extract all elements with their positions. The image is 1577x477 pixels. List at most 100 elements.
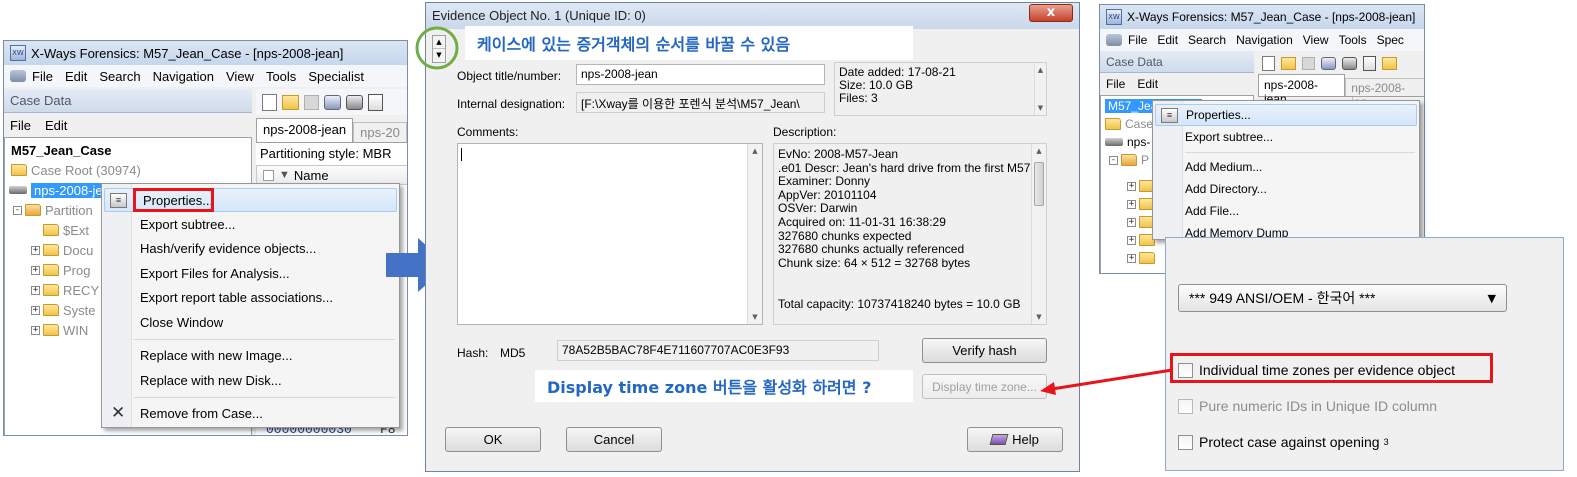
help-button[interactable]: Help xyxy=(967,427,1063,452)
menu-export-report[interactable]: Export report table associations... xyxy=(102,285,399,309)
expand-icon[interactable]: + xyxy=(31,325,40,335)
dialog-close-button[interactable]: x xyxy=(1029,4,1073,22)
drive-tool-icon[interactable] xyxy=(346,94,363,110)
evidence-item[interactable]: nps-2008-je xyxy=(9,180,106,200)
menu-export-files[interactable]: Export Files for Analysis... xyxy=(102,261,399,285)
printer-icon[interactable] xyxy=(324,94,341,110)
menu-tools[interactable]: Tools xyxy=(1339,33,1367,47)
scroll-down-icon[interactable]: ▼ xyxy=(1032,310,1046,324)
menu-specialist[interactable]: Specialist xyxy=(308,69,364,84)
description-box[interactable]: EvNo: 2008-M57-Jean .e01 Descr: Jean's ha… xyxy=(773,143,1047,325)
expand-icon[interactable]: + xyxy=(1127,217,1136,227)
internal-designation-field[interactable]: [F:\Xway를 이용한 포렌식 분석\M57_Jean\ xyxy=(576,92,825,113)
printer-icon[interactable] xyxy=(1321,56,1336,70)
codepage-select[interactable]: *** 949 ANSI/OEM - 한국어 *** ▼ xyxy=(1178,284,1507,312)
new-document-icon[interactable] xyxy=(262,93,277,111)
system-menu-icon[interactable] xyxy=(1106,34,1122,46)
menu-edit[interactable]: Edit xyxy=(1157,33,1178,47)
open-folder-icon[interactable] xyxy=(1281,56,1296,70)
description-scrollbar[interactable]: ▲ ▼ xyxy=(1031,144,1046,324)
filter-icon[interactable]: ▼ xyxy=(279,169,290,181)
select-all-checkbox[interactable] xyxy=(263,169,274,181)
menu-export-subtree[interactable]: Export subtree... xyxy=(1153,126,1419,148)
column-header-name[interactable]: ▼ Name xyxy=(256,165,407,185)
properties-tool-icon[interactable] xyxy=(1363,55,1376,71)
menu-add-file[interactable]: Add File... xyxy=(1153,200,1419,222)
tree-win[interactable]: + WIN xyxy=(31,320,88,340)
protect-case-checkbox[interactable] xyxy=(1178,434,1193,450)
menu-hash-verify[interactable]: Hash/verify evidence objects... xyxy=(102,236,399,260)
expand-icon[interactable]: + xyxy=(31,245,40,255)
expand-icon[interactable]: + xyxy=(31,305,40,315)
expand-icon[interactable]: + xyxy=(31,265,40,275)
info-scrollbar[interactable]: ▲ ▼ xyxy=(1034,63,1046,115)
dropdown-arrow-icon[interactable]: ▼ xyxy=(1488,292,1496,305)
scroll-up-icon[interactable]: ▲ xyxy=(748,144,762,158)
tree-folder[interactable]: + xyxy=(1127,248,1159,268)
pure-numeric-ids-checkbox[interactable] xyxy=(1178,398,1193,414)
case-menu-file[interactable]: File xyxy=(1106,77,1125,91)
tree-docu[interactable]: + Docu xyxy=(31,240,93,260)
evidence-item[interactable]: nps- xyxy=(1105,132,1150,152)
menu-add-medium[interactable]: Add Medium... xyxy=(1153,156,1419,178)
object-title-field[interactable]: nps-2008-jean xyxy=(576,64,825,85)
menu-navigation[interactable]: Navigation xyxy=(1236,33,1293,47)
drive-tool-icon[interactable] xyxy=(1342,56,1357,70)
tab-nps-2008-jean-2[interactable]: nps-20 xyxy=(353,122,407,142)
ok-button[interactable]: OK xyxy=(445,427,541,452)
expand-icon[interactable]: + xyxy=(31,285,40,295)
tree-prog[interactable]: + Prog xyxy=(31,260,90,280)
menu-replace-image[interactable]: Replace with new Image... xyxy=(102,343,399,367)
menu-navigation[interactable]: Navigation xyxy=(153,69,214,84)
verify-hash-button[interactable]: Verify hash xyxy=(922,338,1047,363)
tree-recy[interactable]: + RECY xyxy=(31,280,99,300)
menu-add-directory[interactable]: Add Directory... xyxy=(1153,178,1419,200)
tree-partition[interactable]: - P xyxy=(1109,150,1149,170)
expand-icon[interactable]: + xyxy=(1127,253,1136,263)
case-menu-edit[interactable]: Edit xyxy=(1137,77,1158,91)
expand-icon[interactable]: + xyxy=(1127,181,1136,191)
case-name[interactable]: M57_Jean_Case xyxy=(11,140,111,160)
menu-specialist[interactable]: Spec xyxy=(1377,33,1404,47)
scroll-thumb[interactable] xyxy=(1034,162,1044,206)
collapse-icon[interactable]: - xyxy=(1109,155,1118,165)
menu-search[interactable]: Search xyxy=(1188,33,1226,47)
properties-tool-icon[interactable] xyxy=(368,93,383,111)
opt-pure-numeric-ids[interactable]: Pure numeric IDs in Unique ID column xyxy=(1178,398,1437,414)
scroll-up-icon[interactable]: ▲ xyxy=(1032,144,1046,158)
menu-replace-disk[interactable]: Replace with new Disk... xyxy=(102,368,399,392)
comments-scrollbar[interactable]: ▲ ▼ xyxy=(747,144,762,324)
expand-icon[interactable]: + xyxy=(1127,235,1136,245)
menu-view[interactable]: View xyxy=(226,69,254,84)
open-folder-icon[interactable] xyxy=(282,94,299,110)
menu-close-window[interactable]: Close Window xyxy=(102,310,399,334)
case-root-item[interactable]: Case Root (30974) xyxy=(11,160,141,180)
menu-tools[interactable]: Tools xyxy=(266,69,296,84)
menu-export-subtree[interactable]: Export subtree... xyxy=(102,212,399,236)
tab-nps-2008-jean-2[interactable]: nps-2008-jea xyxy=(1345,78,1424,109)
menu-search[interactable]: Search xyxy=(99,69,140,84)
hash-value-field[interactable]: 78A52B5BAC78F4E711607707AC0E3F93 xyxy=(557,340,879,361)
opt-protect-case[interactable]: Protect case against opening 3 xyxy=(1178,434,1389,450)
tree-ext[interactable]: $Ext xyxy=(43,220,89,240)
tab-nps-2008-jean[interactable]: nps-2008-jean xyxy=(1258,74,1346,106)
case-menu-edit[interactable]: Edit xyxy=(45,118,67,133)
tab-nps-2008-jean[interactable]: nps-2008-jean xyxy=(256,118,354,142)
menu-remove-from-case[interactable]: ✕ Remove from Case... xyxy=(102,401,399,425)
display-time-zone-button[interactable]: Display time zone... xyxy=(922,374,1047,399)
cancel-button[interactable]: Cancel xyxy=(566,427,662,452)
scroll-up-icon[interactable]: ▲ xyxy=(1035,63,1046,77)
save-icon[interactable] xyxy=(1302,56,1315,70)
scroll-down-icon[interactable]: ▼ xyxy=(1035,101,1046,115)
collapse-icon[interactable]: - xyxy=(13,205,22,215)
case-menu-file[interactable]: File xyxy=(10,118,31,133)
menu-file[interactable]: File xyxy=(1128,33,1147,47)
expand-icon[interactable]: + xyxy=(1127,199,1136,209)
new-document-icon[interactable] xyxy=(1262,55,1275,71)
menu-edit[interactable]: Edit xyxy=(65,69,87,84)
case-root-item[interactable]: Case xyxy=(1105,114,1153,134)
folder-tool-icon[interactable] xyxy=(1382,56,1397,70)
scroll-down-icon[interactable]: ▼ xyxy=(748,310,762,324)
comments-textarea[interactable]: ▲ ▼ xyxy=(457,143,763,325)
menu-view[interactable]: View xyxy=(1303,33,1329,47)
